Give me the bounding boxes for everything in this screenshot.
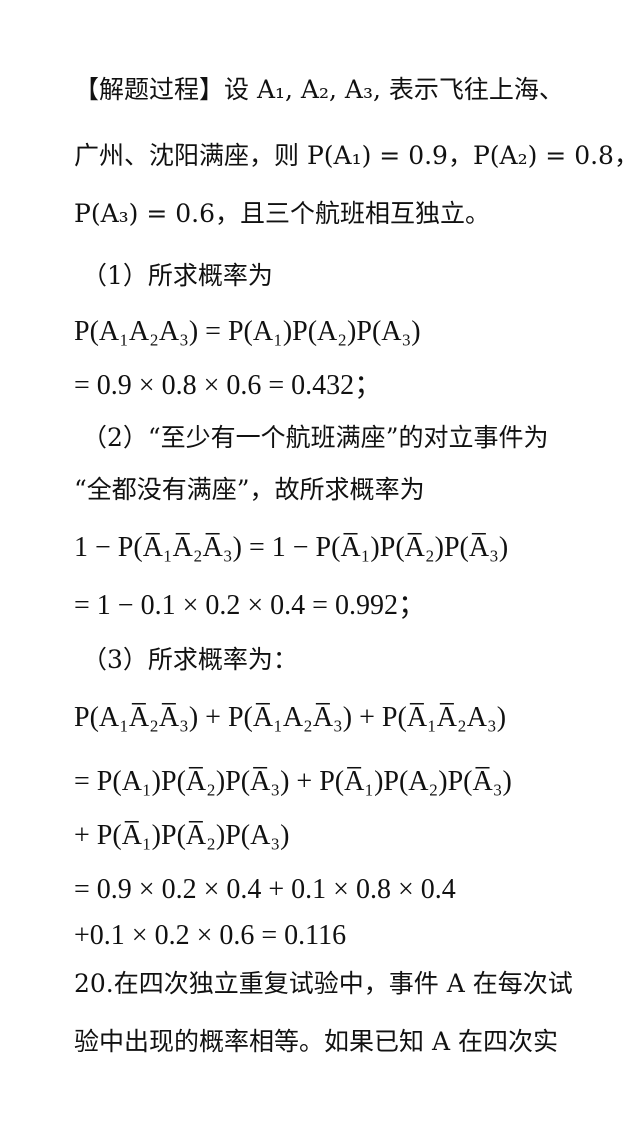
part-1-label: （1）所求概率为	[82, 261, 273, 290]
solution-heading-line: 【解题过程】设 A₁, A₂, A₃, 表示飞往上海、	[74, 75, 564, 104]
part-2-label: （2）“至少有一个航班满座”的对立事件为	[82, 423, 549, 452]
text-line-2: 广州、沈阳满座，则 P(A₁) = 0.9，P(A₂) = 0.8，	[74, 141, 637, 170]
formula-6: = 0.9 × 0.2 × 0.4 + 0.1 × 0.8 × 0.4	[74, 874, 456, 905]
formula-3: P(A₁A̅₂A̅₃) + P(A̅₁A₂A̅₃) + P(A̅₁A̅₂A₃)	[74, 702, 507, 733]
part-3-label: （3）所求概率为：	[82, 645, 298, 674]
formula-4: = P(A₁)P(A̅₂)P(A̅₃) + P(A̅₁)P(A₂)P(A̅₃)	[74, 766, 512, 797]
text-line-8: “全都没有满座”，故所求概率为	[74, 475, 425, 504]
formula-5: + P(A̅₁)P(A̅₂)P(A₃)	[74, 820, 290, 851]
result-3: +0.1 × 0.2 × 0.6 = 0.116	[74, 920, 347, 951]
result-1: = 0.9 × 0.8 × 0.6 = 0.432；	[74, 370, 383, 401]
formula-2: 1 − P(A̅₁A̅₂A̅₃) = 1 − P(A̅₁)P(A̅₂)P(A̅₃…	[74, 532, 509, 563]
problem-20-line-2: 验中出现的概率相等。如果已知 A 在四次实	[74, 1027, 558, 1056]
problem-20-line-1: 20.在四次独立重复试验中，事件 A 在每次试	[74, 969, 573, 998]
formula-1: P(A₁A₂A₃) = P(A₁)P(A₂)P(A₃)	[74, 316, 421, 347]
result-2: = 1 − 0.1 × 0.2 × 0.4 = 0.992；	[74, 590, 426, 621]
text-line-3: P(A₃) = 0.6，且三个航班相互独立。	[74, 199, 491, 228]
